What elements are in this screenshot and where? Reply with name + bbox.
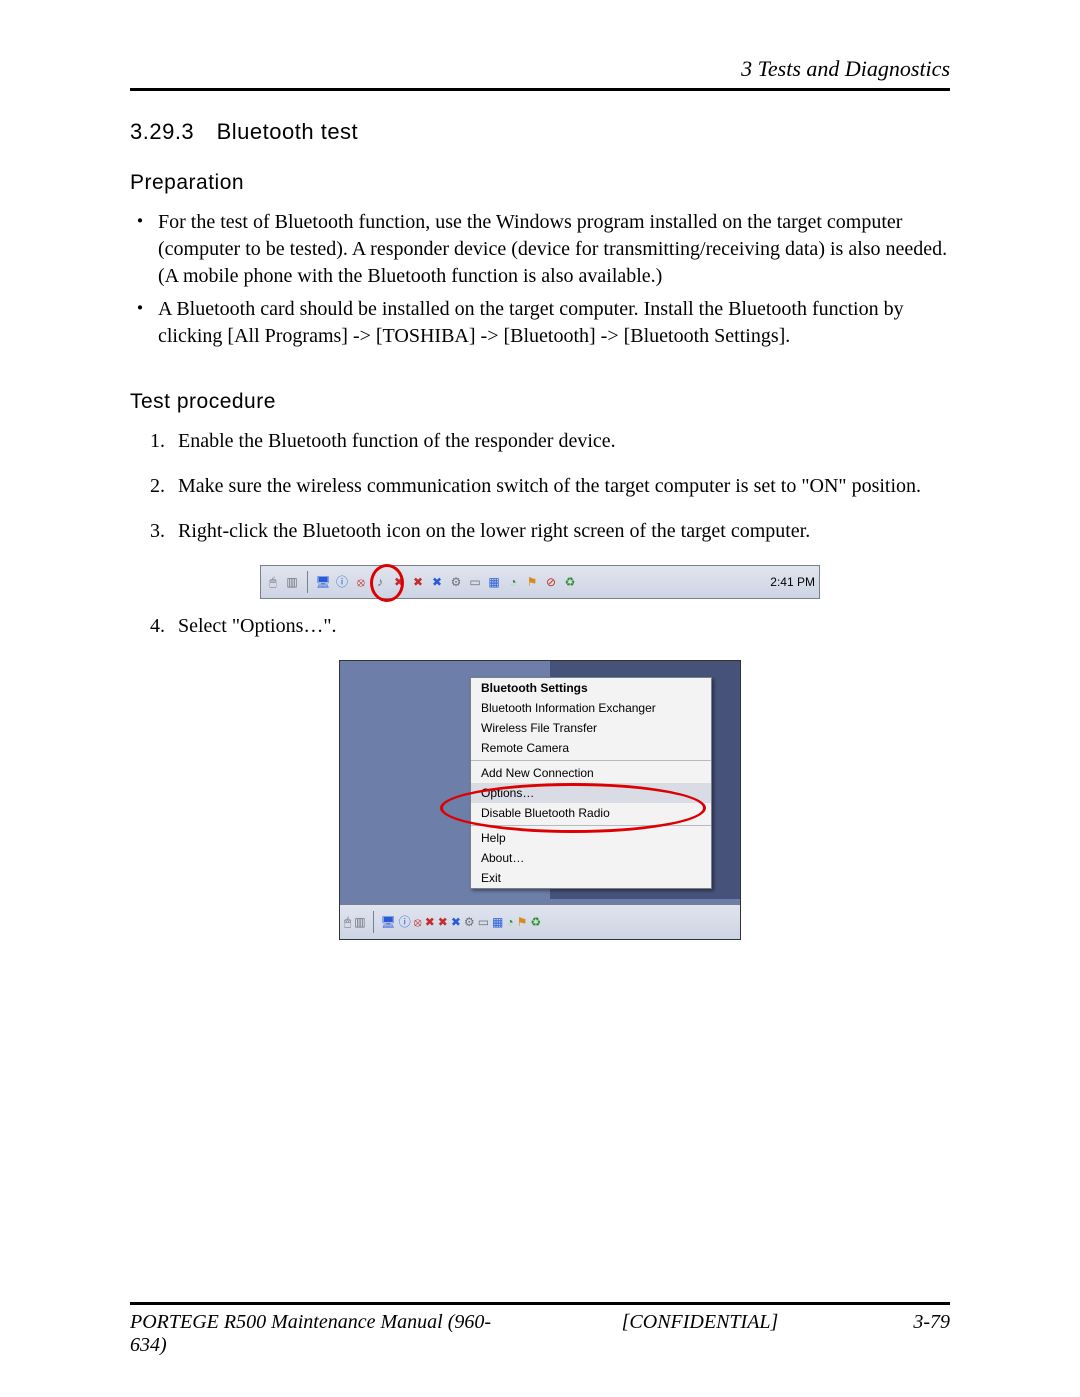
volume-blue-icon: ✖ [451, 916, 461, 928]
menu-item-bluetooth-settings[interactable]: Bluetooth Settings [471, 678, 711, 698]
monitor-icon: ▭ [467, 574, 483, 590]
page: 3 Tests and Diagnostics 3.29.3 Bluetooth… [0, 0, 1080, 1397]
tray-separator [373, 911, 374, 933]
monitor-icon: ▭ [478, 916, 489, 928]
flag-icon: ⚑ [517, 916, 528, 928]
procedure-step: Right-click the Bluetooth icon on the lo… [170, 518, 950, 545]
figure-context-menu: Bluetooth Settings Bluetooth Information… [339, 660, 741, 940]
window-icon: ▦ [492, 916, 503, 928]
procedure-step: Make sure the wireless communication swi… [170, 473, 950, 500]
procedure-step: Select "Options…". [170, 613, 950, 640]
menu-item-about[interactable]: About… [471, 848, 711, 868]
desktop-icon: 🖥 [381, 916, 396, 928]
tray-clock: 2:41 PM [770, 575, 815, 589]
recycle-icon: ♻ [530, 916, 541, 928]
top-rule [130, 88, 950, 91]
menu-item-wireless-file-transfer[interactable]: Wireless File Transfer [471, 718, 711, 738]
procedure-heading: Test procedure [130, 390, 950, 414]
bluetooth-context-menu: Bluetooth Settings Bluetooth Information… [470, 677, 712, 889]
mouse-icon: 🖱 [265, 574, 281, 590]
menu-item-exit[interactable]: Exit [471, 868, 711, 888]
running-header: 3 Tests and Diagnostics [130, 56, 950, 82]
mouse-icon: 🖱 [344, 916, 351, 928]
menu-item-add-new-connection[interactable]: Add New Connection [471, 763, 711, 783]
menu-item-remote-camera[interactable]: Remote Camera [471, 738, 711, 758]
footer-manual-title: PORTEGE R500 Maintenance Manual (960-634… [130, 1311, 510, 1357]
volume-red2-icon: ✖ [438, 916, 448, 928]
menu-separator [471, 760, 711, 761]
stop-icon: ⊘ [543, 574, 559, 590]
menu-item-options[interactable]: Options… [471, 783, 711, 803]
desktop-icon: 🖥 [315, 574, 331, 590]
bluetooth-icon[interactable]: ⓘ [334, 574, 350, 590]
section-title: Bluetooth test [217, 119, 359, 144]
footer-page-number: 3-79 [890, 1311, 950, 1357]
preparation-list: For the test of Bluetooth function, use … [130, 209, 950, 350]
figure-systray: 🖱 ▥ 🖥 ⓘ ⦻ ♪ ✖ ✖ ✖ ⚙ ▭ ▦ ◔ ⚑ ⊘ ♻ 2:41 PM [260, 565, 820, 599]
menu-item-info-exchanger[interactable]: Bluetooth Information Exchanger [471, 698, 711, 718]
window-icon: ▦ [486, 574, 502, 590]
tray-separator [307, 571, 308, 593]
speaker-icon: ♪ [372, 574, 388, 590]
globe-icon: ◔ [506, 916, 513, 928]
section-heading: 3.29.3 Bluetooth test [130, 119, 950, 145]
alert-icon: ⦻ [353, 574, 369, 590]
preparation-item: A Bluetooth card should be installed on … [130, 296, 950, 350]
volume-red-icon: ✖ [391, 574, 407, 590]
preparation-heading: Preparation [130, 171, 950, 195]
alert-icon: ⦻ [414, 916, 422, 928]
util-icon: ⚙ [464, 916, 475, 928]
footer-confidential: [CONFIDENTIAL] [510, 1311, 890, 1357]
volume-red2-icon: ✖ [410, 574, 426, 590]
globe-icon: ◔ [505, 574, 521, 590]
preparation-item: For the test of Bluetooth function, use … [130, 209, 950, 290]
program-icon: ▥ [354, 916, 365, 928]
procedure-step: Enable the Bluetooth function of the res… [170, 428, 950, 455]
recycle-icon: ♻ [562, 574, 578, 590]
section-number: 3.29.3 [130, 119, 210, 145]
system-tray: 🖱 ▥ 🖥 ⓘ ⦻ ♪ ✖ ✖ ✖ ⚙ ▭ ▦ ◔ ⚑ ⊘ ♻ 2:41 PM [260, 565, 820, 599]
menu-item-help[interactable]: Help [471, 828, 711, 848]
menu-item-disable-radio[interactable]: Disable Bluetooth Radio [471, 803, 711, 823]
bluetooth-icon[interactable]: ⓘ [399, 916, 411, 928]
procedure-list-cont: Select "Options…". [170, 613, 950, 640]
menu-separator [471, 825, 711, 826]
procedure-list: Enable the Bluetooth function of the res… [170, 428, 950, 545]
volume-red-icon: ✖ [425, 916, 435, 928]
flag-icon: ⚑ [524, 574, 540, 590]
program-icon: ▥ [284, 574, 300, 590]
page-footer: PORTEGE R500 Maintenance Manual (960-634… [130, 1292, 950, 1357]
system-tray: 🖱 ▥ 🖥 ⓘ ⦻ ✖ ✖ ✖ ⚙ ▭ ▦ ◔ ⚑ ♻ [340, 904, 740, 939]
util-icon: ⚙ [448, 574, 464, 590]
volume-blue-icon: ✖ [429, 574, 445, 590]
bottom-rule [130, 1302, 950, 1305]
